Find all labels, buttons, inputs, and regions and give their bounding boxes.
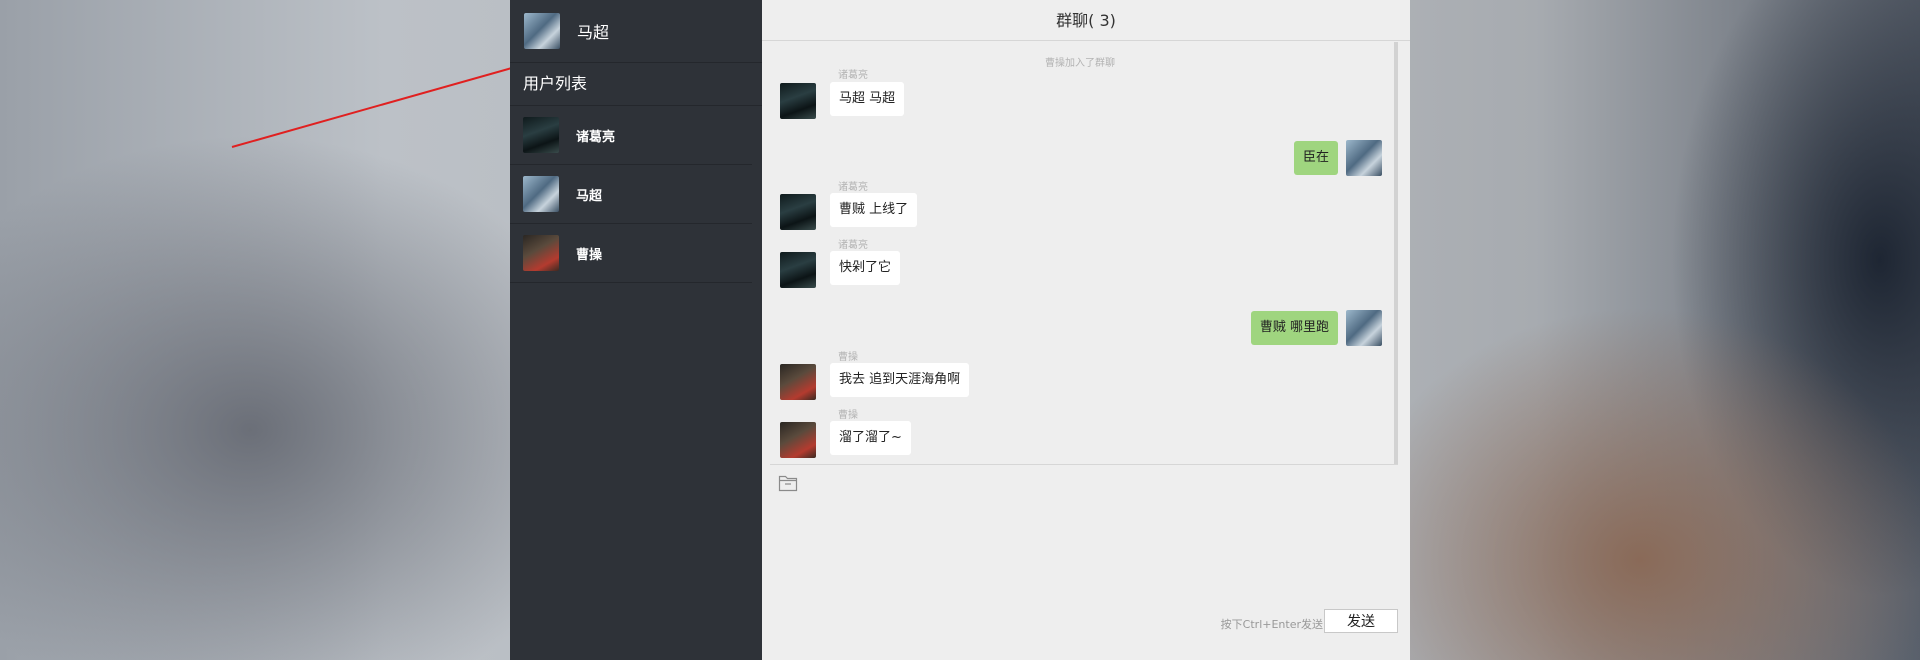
message-bubble: 曹贼 哪里跑 [1250,311,1338,345]
message-sender: 曹操 [838,410,858,421]
message-sender: 诸葛亮 [838,182,868,193]
user-avatar [523,235,559,271]
message-bubble: 马超 马超 [830,82,905,116]
message-avatar [780,83,816,119]
user-item-zhugeliang[interactable]: 诸葛亮 [510,106,752,165]
send-shortcut-hint: 按下Ctrl+Enter发送 [1220,618,1323,631]
user-name: 诸葛亮 [576,129,616,145]
composer-toolbar [778,474,798,492]
message-avatar [780,194,816,230]
message-scrollbar[interactable] [1394,42,1398,464]
user-name: 马超 [576,188,603,204]
chat-title: 群聊( 3) [762,0,1410,41]
user-avatar [523,176,559,212]
message-bubble: 快剁了它 [830,251,901,285]
user-name: 曹操 [576,247,603,263]
message-avatar [1346,140,1382,176]
message-sender: 曹操 [838,352,858,363]
message-avatar [1346,310,1382,346]
user-item-machao[interactable]: 马超 [510,165,752,224]
user-list: 诸葛亮 马超 曹操 [510,106,762,283]
message-bubble: 曹贼 上线了 [830,193,918,227]
send-button[interactable]: 发送 [1324,609,1398,633]
message-avatar [780,422,816,458]
current-user-avatar [524,13,560,49]
message-list[interactable]: 曹操加入了群聊 诸葛亮 马超 马超 臣在 诸葛亮 曹贼 上线了 诸葛亮 快剁了它… [770,42,1398,465]
message-bubble: 我去 追到天涯海角啊 [830,363,970,397]
message-sender: 诸葛亮 [838,240,868,251]
message-bubble: 溜了溜了~ [830,421,911,455]
message-sender: 诸葛亮 [838,70,868,81]
user-avatar [523,117,559,153]
user-list-title: 用户列表 [510,63,762,106]
user-item-caocao[interactable]: 曹操 [510,224,752,283]
message-bubble: 臣在 [1293,141,1338,175]
message-avatar [780,252,816,288]
folder-icon[interactable] [778,474,798,492]
chat-panel: 群聊( 3) 曹操加入了群聊 诸葛亮 马超 马超 臣在 诸葛亮 曹贼 上线了 诸… [762,0,1410,660]
current-user-name: 马超 [577,23,610,42]
current-user: 马超 [510,0,762,63]
message-avatar [780,364,816,400]
sidebar: 马超 用户列表 诸葛亮 马超 曹操 [510,0,762,660]
